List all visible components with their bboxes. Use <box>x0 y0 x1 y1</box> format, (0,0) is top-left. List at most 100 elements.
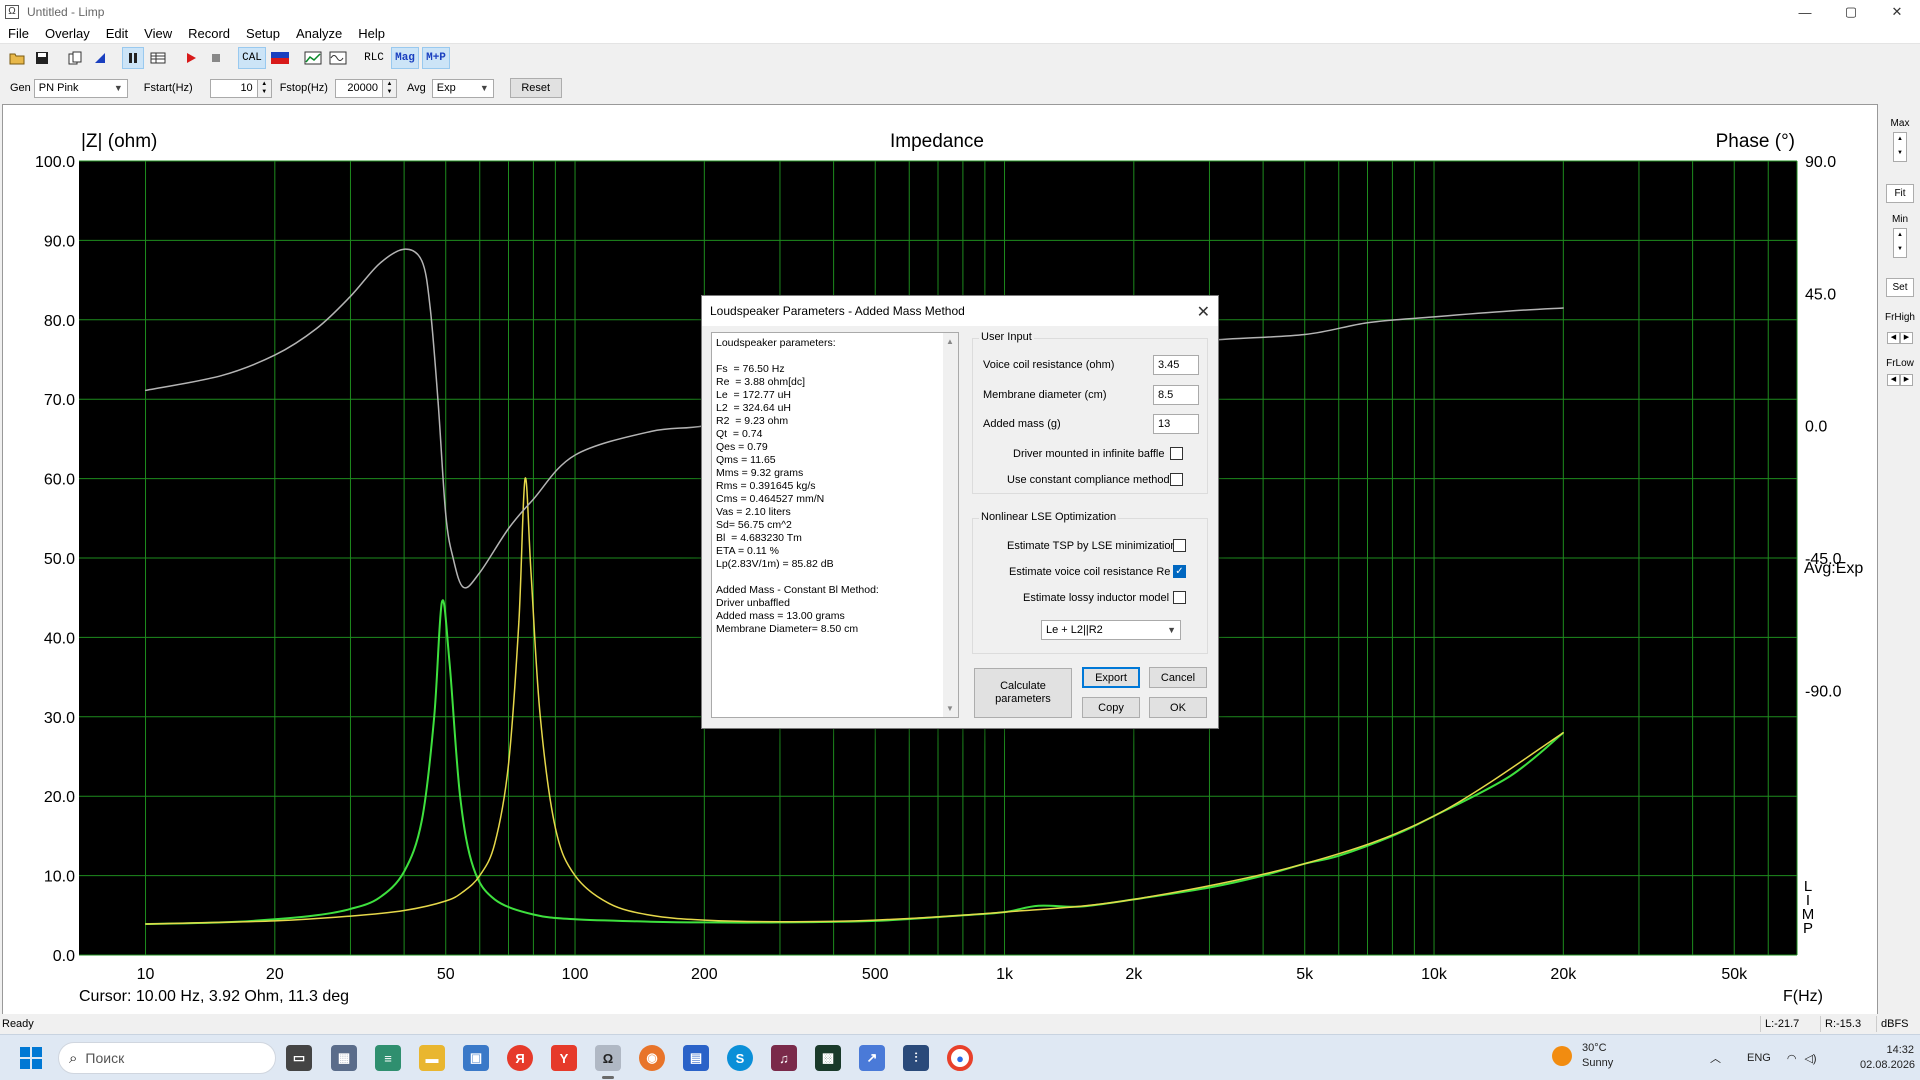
notepad-icon[interactable]: ≡ <box>375 1045 401 1071</box>
series-point <box>274 354 276 356</box>
oscilloscope-icon[interactable]: ▩ <box>815 1045 841 1071</box>
x-tick-label: 200 <box>691 966 718 983</box>
windows-start-icon[interactable] <box>20 1047 42 1069</box>
estimate-re-checkbox[interactable]: ✓ <box>1173 565 1186 578</box>
spin-down-icon[interactable]: ▼ <box>383 88 396 97</box>
spectrum-icon[interactable] <box>302 47 324 69</box>
copy-button[interactable]: Copy <box>1082 697 1140 718</box>
task-view-icon[interactable]: ▭ <box>286 1045 312 1071</box>
menu-view[interactable]: View <box>136 26 180 41</box>
pause-icon[interactable] <box>122 47 144 69</box>
y-tick-label: 90.0 <box>44 233 75 250</box>
menu-bar: File Overlay Edit View Record Setup Anal… <box>0 24 1920 44</box>
fstart-label: Fstart(Hz) <box>143 82 193 94</box>
avg-select[interactable]: Exp ▼ <box>431 78 494 98</box>
yandex-browser-icon[interactable]: Y <box>551 1045 577 1071</box>
copy-plot-icon[interactable] <box>64 47 86 69</box>
membrane-diameter-input[interactable]: 8.5 <box>1153 385 1199 405</box>
voice-coil-resistance-input[interactable]: 3.45 <box>1153 355 1199 375</box>
series-point <box>462 586 465 589</box>
close-icon[interactable]: ✕ <box>1197 302 1210 322</box>
audio-app-icon[interactable]: ♫ <box>771 1045 797 1071</box>
set-button[interactable]: Set <box>1886 278 1914 297</box>
image-viewer-icon[interactable]: ▣ <box>463 1045 489 1071</box>
results-textbox[interactable]: Loudspeaker parameters: Fs = 76.50 Hz Re… <box>711 332 959 718</box>
skype-icon[interactable]: S <box>727 1045 753 1071</box>
inductor-model-select[interactable]: Le + L2||R2 ▼ <box>1041 620 1181 640</box>
estimate-lossy-checkbox[interactable] <box>1173 591 1186 604</box>
export-button[interactable]: Export <box>1082 667 1140 688</box>
frlow-arrows[interactable]: ◀ ▶ <box>1887 374 1913 386</box>
calculator-icon[interactable]: ▦ <box>331 1045 357 1071</box>
calculate-parameters-button[interactable]: Calculate parameters <box>974 668 1072 718</box>
spin-up-icon[interactable]: ▲ <box>258 80 271 89</box>
cursor-icon[interactable] <box>89 47 111 69</box>
fstart-spinner[interactable]: 10 ▲ ▼ <box>209 78 272 98</box>
save-icon[interactable] <box>31 47 53 69</box>
gen-select[interactable]: PN Pink ▼ <box>33 78 128 98</box>
file-explorer-icon[interactable]: ▬ <box>419 1045 445 1071</box>
volume-icon[interactable]: ◁) <box>1804 1052 1816 1065</box>
menu-setup[interactable]: Setup <box>238 26 288 41</box>
tray-chevron-up-icon[interactable]: ︿ <box>1710 1050 1721 1066</box>
reset-button[interactable]: Reset <box>509 78 562 98</box>
menu-analyze[interactable]: Analyze <box>288 26 350 41</box>
language-indicator[interactable]: ENG <box>1747 1052 1771 1064</box>
rlc-button[interactable]: RLC <box>360 47 388 69</box>
menu-help[interactable]: Help <box>350 26 393 41</box>
firefox-icon[interactable]: ◉ <box>639 1045 665 1071</box>
weather-widget[interactable]: 30°C Sunny <box>1552 1041 1613 1071</box>
chart-app-icon[interactable]: ↗ <box>859 1045 885 1071</box>
added-mass-input[interactable]: 13 <box>1153 414 1199 434</box>
minimize-button[interactable]: — <box>1782 0 1828 24</box>
infinite-baffle-checkbox[interactable] <box>1170 447 1183 460</box>
fstop-value[interactable]: 20000 <box>334 78 383 98</box>
menu-edit[interactable]: Edit <box>98 26 136 41</box>
mag-button[interactable]: Mag <box>391 47 419 69</box>
frhigh-arrows[interactable]: ◀ ▶ <box>1887 332 1913 344</box>
right-axis-title: Phase (°) <box>1716 131 1795 152</box>
table-icon[interactable] <box>147 47 169 69</box>
scroll-down-icon[interactable]: ▼ <box>946 704 954 713</box>
series-point <box>349 908 352 910</box>
ok-button[interactable]: OK <box>1149 697 1207 718</box>
cal-button[interactable]: CAL <box>238 47 266 69</box>
fstart-value[interactable]: 10 <box>209 78 258 98</box>
y-tick-label: 100.0 <box>35 154 75 171</box>
scroll-up-icon[interactable]: ▲ <box>946 337 954 346</box>
max-spinner[interactable]: ▲ ▼ <box>1893 132 1907 162</box>
estimate-tsp-label: Estimate TSP by LSE minimization <box>1007 540 1177 552</box>
spin-up-icon[interactable]: ▲ <box>383 80 396 89</box>
taskbar-search[interactable]: ⌕ Поиск <box>58 1042 276 1074</box>
flag-icon[interactable] <box>269 47 291 69</box>
spin-down-icon[interactable]: ▼ <box>258 88 271 97</box>
close-button[interactable]: ✕ <box>1874 0 1920 24</box>
document-icon[interactable]: ▤ <box>683 1045 709 1071</box>
series-point <box>703 919 705 921</box>
play-icon[interactable] <box>180 47 202 69</box>
results-scrollbar[interactable]: ▲ ▼ <box>943 333 958 717</box>
clock[interactable]: 14:32 02.08.2026 <box>1860 1043 1915 1073</box>
fit-button[interactable]: Fit <box>1886 184 1914 203</box>
wifi-icon[interactable]: ◠ <box>1787 1052 1797 1065</box>
limp-app-icon[interactable]: Ω <box>595 1045 621 1079</box>
constant-compliance-checkbox[interactable] <box>1170 473 1183 486</box>
open-folder-icon[interactable] <box>6 47 28 69</box>
stop-icon[interactable] <box>205 47 227 69</box>
search-icon: ⌕ <box>69 1049 78 1067</box>
estimate-tsp-checkbox[interactable] <box>1173 539 1186 552</box>
min-spinner[interactable]: ▲ ▼ <box>1893 228 1907 258</box>
maximize-button[interactable]: ▢ <box>1828 0 1874 24</box>
y-tick-label: 40.0 <box>44 630 75 647</box>
waveform-icon[interactable] <box>327 47 349 69</box>
mag-phase-button[interactable]: M+P <box>422 47 450 69</box>
mixer-icon[interactable]: ⫶ <box>903 1045 929 1071</box>
cancel-button[interactable]: Cancel <box>1149 667 1207 688</box>
fstop-spinner[interactable]: 20000 ▲ ▼ <box>334 78 397 98</box>
x-tick-label: 500 <box>862 966 889 983</box>
menu-overlay[interactable]: Overlay <box>37 26 98 41</box>
yandex-icon[interactable]: Я <box>507 1045 533 1071</box>
menu-file[interactable]: File <box>0 26 37 41</box>
menu-record[interactable]: Record <box>180 26 238 41</box>
chrome-icon[interactable]: ● <box>947 1045 973 1071</box>
